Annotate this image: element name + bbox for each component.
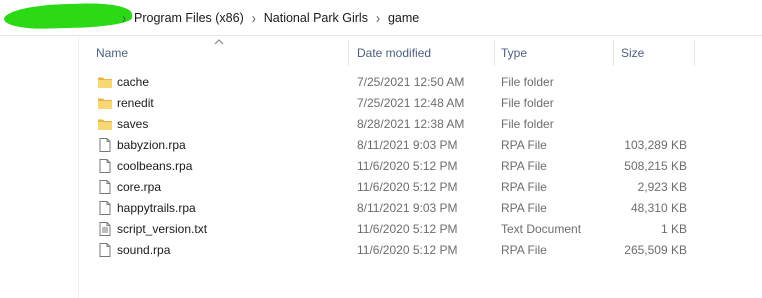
- file-type: File folder: [501, 117, 554, 131]
- file-size: 265,509 KB: [624, 243, 687, 257]
- file-name: core.rpa: [117, 180, 162, 194]
- file-date-modified: 7/25/2021 12:48 AM: [357, 96, 465, 110]
- file-name: sound.rpa: [117, 243, 171, 257]
- address-bar[interactable]: › Program Files (x86) › National Park Gi…: [0, 0, 762, 36]
- column-header-size[interactable]: Size: [621, 36, 644, 70]
- file-name: coolbeans.rpa: [117, 159, 193, 173]
- file-name: happytrails.rpa: [117, 201, 196, 215]
- file-date-modified: 11/6/2020 5:12 PM: [357, 243, 458, 257]
- file-size: [612, 114, 687, 135]
- file-list: cache 7/25/2021 12:50 AM File folder ren…: [0, 72, 762, 261]
- file-size: [612, 93, 687, 114]
- breadcrumb-game[interactable]: game: [388, 11, 419, 25]
- file-row[interactable]: core.rpa 11/6/2020 5:12 PM RPA File 2,92…: [0, 177, 762, 198]
- file-date-modified: 7/25/2021 12:50 AM: [357, 75, 465, 89]
- file-type: RPA File: [501, 138, 547, 152]
- file-name: saves: [117, 117, 149, 131]
- folder-icon: [98, 119, 112, 130]
- file-icon: [99, 201, 111, 215]
- column-header-date-modified[interactable]: Date modified: [357, 36, 431, 70]
- column-divider[interactable]: [494, 40, 495, 66]
- file-explorer-window: › Program Files (x86) › National Park Gi…: [0, 0, 762, 298]
- file-size: 2,923 KB: [637, 180, 687, 194]
- file-row[interactable]: saves 8/28/2021 12:38 AM File folder: [0, 114, 762, 135]
- file-name: babyzion.rpa: [117, 138, 186, 152]
- file-icon: [99, 159, 111, 173]
- column-divider[interactable]: [694, 40, 695, 66]
- folder-icon: [98, 98, 112, 109]
- file-date-modified: 8/11/2021 9:03 PM: [357, 201, 458, 215]
- column-headers: Name Date modified Type Size: [0, 36, 762, 70]
- file-size: 508,215 KB: [624, 159, 687, 173]
- file-type: RPA File: [501, 159, 547, 173]
- file-row[interactable]: renedit 7/25/2021 12:48 AM File folder: [0, 93, 762, 114]
- folder-icon: [98, 77, 112, 88]
- file-type: Text Document: [501, 222, 582, 236]
- file-name: script_version.txt: [117, 222, 208, 236]
- file-name: cache: [117, 75, 150, 89]
- chevron-right-icon[interactable]: ›: [244, 9, 264, 26]
- file-date-modified: 11/6/2020 5:12 PM: [357, 222, 458, 236]
- file-size: 48,310 KB: [630, 201, 687, 215]
- column-divider[interactable]: [613, 40, 614, 66]
- file-size: 103,289 KB: [624, 138, 687, 152]
- breadcrumb-national-park-girls[interactable]: National Park Girls: [264, 11, 368, 25]
- file-icon: [99, 243, 111, 257]
- file-row[interactable]: sound.rpa 11/6/2020 5:12 PM RPA File 265…: [0, 240, 762, 261]
- column-divider[interactable]: [348, 40, 349, 66]
- sort-ascending-icon: [214, 39, 224, 45]
- file-row[interactable]: happytrails.rpa 8/11/2021 9:03 PM RPA Fi…: [0, 198, 762, 219]
- file-date-modified: 11/6/2020 5:12 PM: [357, 159, 458, 173]
- file-row[interactable]: cache 7/25/2021 12:50 AM File folder: [0, 72, 762, 93]
- breadcrumb: › Program Files (x86) › National Park Gi…: [114, 0, 419, 35]
- column-header-name[interactable]: Name: [96, 36, 128, 70]
- column-header-type[interactable]: Type: [501, 36, 527, 70]
- redaction-mark: [3, 2, 133, 30]
- file-date-modified: 8/11/2021 9:03 PM: [357, 138, 458, 152]
- file-row[interactable]: script_version.txt 11/6/2020 5:12 PM Tex…: [0, 219, 762, 240]
- chevron-right-icon[interactable]: ›: [368, 9, 388, 26]
- breadcrumb-program-files[interactable]: Program Files (x86): [134, 11, 244, 25]
- file-icon: [99, 138, 111, 152]
- file-type: File folder: [501, 96, 554, 110]
- chevron-right-icon[interactable]: ›: [114, 9, 134, 26]
- file-icon: [99, 180, 111, 194]
- file-type: RPA File: [501, 201, 547, 215]
- file-size: 1 KB: [660, 222, 687, 236]
- file-size: [612, 72, 687, 93]
- file-type: RPA File: [501, 180, 547, 194]
- text-file-icon: [99, 222, 111, 236]
- file-type: File folder: [501, 75, 554, 89]
- file-date-modified: 8/28/2021 12:38 AM: [357, 117, 465, 131]
- file-row[interactable]: coolbeans.rpa 11/6/2020 5:12 PM RPA File…: [0, 156, 762, 177]
- file-date-modified: 11/6/2020 5:12 PM: [357, 180, 458, 194]
- file-type: RPA File: [501, 243, 547, 257]
- file-name: renedit: [117, 96, 154, 110]
- file-row[interactable]: babyzion.rpa 8/11/2021 9:03 PM RPA File …: [0, 135, 762, 156]
